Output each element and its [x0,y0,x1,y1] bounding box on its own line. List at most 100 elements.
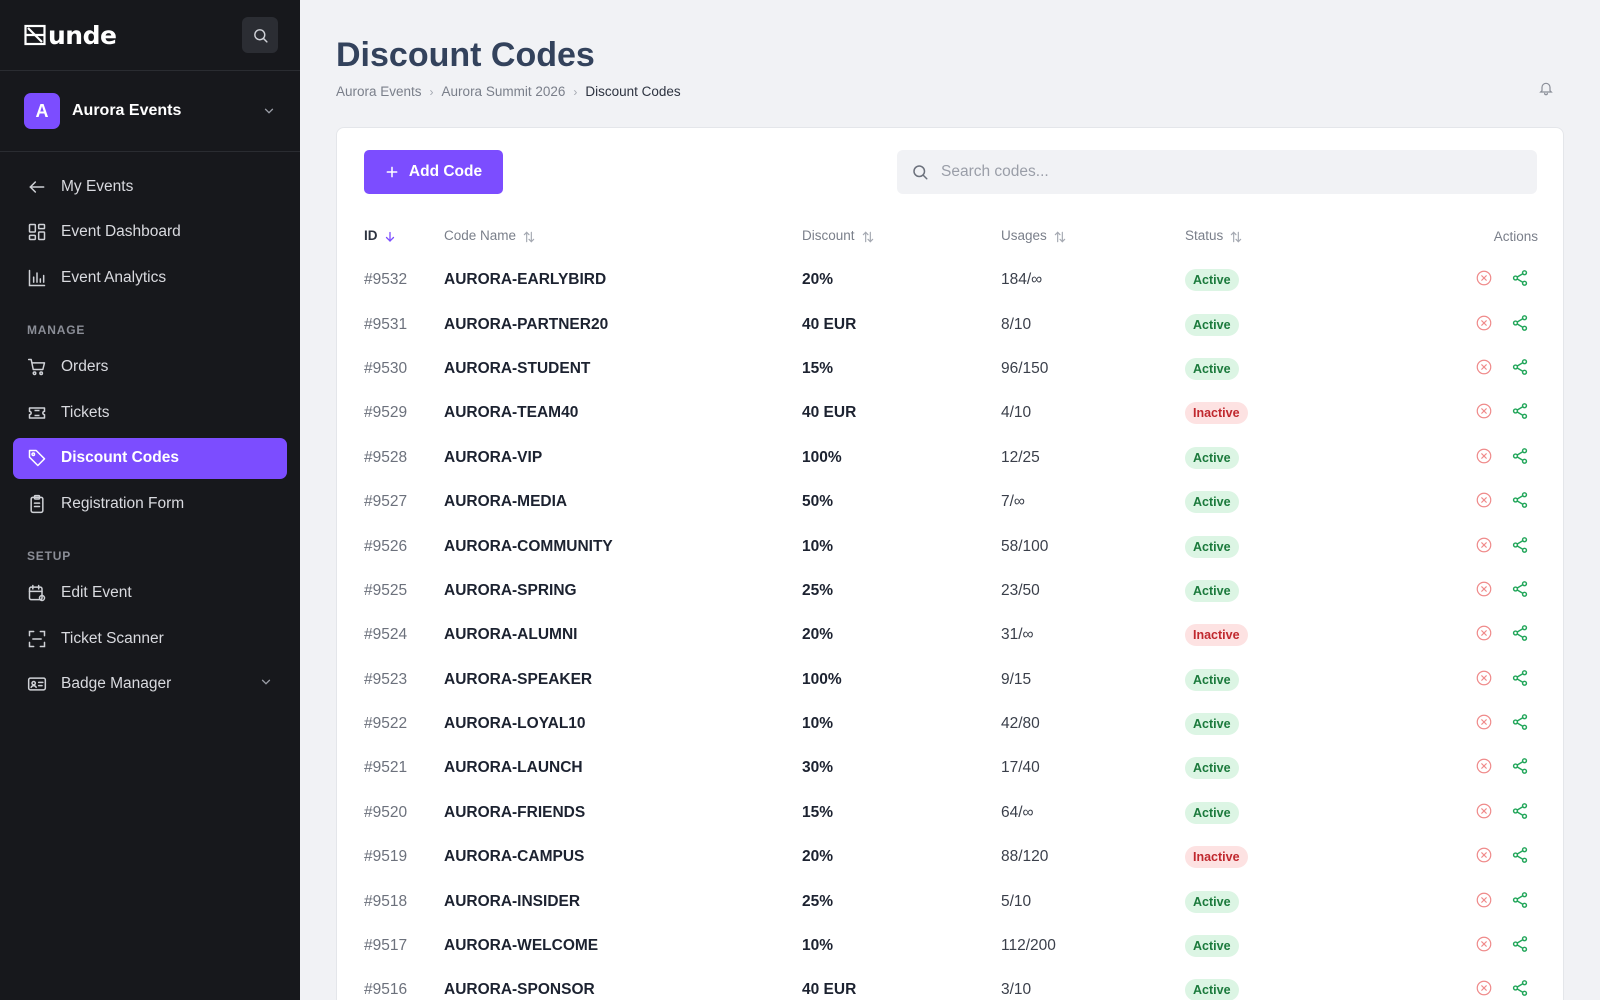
code-name: AURORA-LOYAL10 [444,715,586,733]
deactivate-icon[interactable] [1474,890,1494,910]
code-name: AURORA-SPEAKER [444,670,593,688]
deactivate-icon[interactable] [1474,490,1494,510]
deactivate-icon[interactable] [1474,446,1494,466]
share-icon[interactable] [1510,446,1530,466]
column-header-discount[interactable]: Discount [802,214,1001,258]
page-title: Discount Codes [336,36,595,74]
sort-icon [1054,231,1066,243]
deactivate-icon[interactable] [1474,712,1494,732]
deactivate-icon[interactable] [1474,357,1494,377]
sidebar-item-event-analytics[interactable]: Event Analytics [13,257,287,298]
share-icon[interactable] [1510,756,1530,776]
deactivate-icon[interactable] [1474,401,1494,421]
deactivate-icon[interactable] [1474,623,1494,643]
notifications-button[interactable] [1532,74,1560,102]
sidebar-item-label: Ticket Scanner [61,629,164,647]
sidebar-item-label: Event Dashboard [61,223,181,240]
deactivate-icon[interactable] [1474,535,1494,555]
table-row[interactable]: #9521 AURORA-LAUNCH 30% 17/40 Active [364,746,1538,790]
share-icon[interactable] [1510,801,1530,821]
share-icon[interactable] [1510,712,1530,732]
share-icon[interactable] [1510,934,1530,954]
table-row[interactable]: #9530 AURORA-STUDENT 15% 96/150 Active [364,347,1538,391]
sidebar-item-orders[interactable]: Orders [13,347,287,388]
deactivate-icon[interactable] [1474,668,1494,688]
deactivate-icon[interactable] [1474,579,1494,599]
deactivate-icon[interactable] [1474,756,1494,776]
status-cell: Active [1185,480,1425,524]
table-row[interactable]: #9525 AURORA-SPRING 25% 23/50 Active [364,569,1538,613]
table-row[interactable]: #9527 AURORA-MEDIA 50% 7/∞ Active [364,480,1538,524]
add-code-button[interactable]: Add Code [364,150,503,194]
table-row[interactable]: #9524 AURORA-ALUMNI 20% 31/∞ Inactive [364,613,1538,657]
sidebar-item-label: Orders [61,358,109,375]
sidebar-nav: My Events Event Dashboard Event Analytic… [0,152,300,705]
deactivate-icon[interactable] [1474,934,1494,954]
share-icon[interactable] [1510,357,1530,377]
actions-cell [1425,391,1538,435]
table-row[interactable]: #9532 AURORA-EARLYBIRD 20% 184/∞ Active [364,258,1538,302]
sidebar-item-label: Registration Form [61,494,185,512]
sort-icon [862,231,873,243]
table-row[interactable]: #9520 AURORA-FRIENDS 15% 64/∞ Active [364,791,1538,835]
table-row[interactable]: #9529 AURORA-TEAM40 40 EUR 4/10 Inactive [364,391,1538,435]
sidebar-item-edit-event[interactable]: Edit Event [13,573,287,614]
table-row[interactable]: #9516 AURORA-SPONSOR 40 EUR 3/10 Active [364,968,1538,1000]
brand-logo[interactable]: unde [24,21,117,50]
deactivate-icon[interactable] [1474,978,1494,998]
deactivate-icon[interactable] [1474,313,1494,333]
table-row[interactable]: #9528 AURORA-VIP 100% 12/25 Active [364,436,1538,480]
sidebar-item-badge-manager[interactable]: Badge Manager [13,664,287,705]
deactivate-icon[interactable] [1474,801,1494,821]
table-row[interactable]: #9531 AURORA-PARTNER20 40 EUR 8/10 Active [364,302,1538,346]
column-header-code-name[interactable]: Code Name [444,214,802,258]
sidebar-item-event-dashboard[interactable]: Event Dashboard [13,212,287,253]
breadcrumb-item-current: Discount Codes [585,84,681,99]
org-switcher[interactable]: A Aurora Events [0,71,300,152]
table-row[interactable]: #9526 AURORA-COMMUNITY 10% 58/100 Active [364,524,1538,568]
actions-cell [1425,569,1538,613]
sidebar-item-tickets[interactable]: Tickets [13,392,287,433]
discount-codes-card: Add Code ID Code Name Discount Usages St… [336,127,1564,1000]
status-cell: Active [1185,347,1425,391]
search-input[interactable] [941,163,1501,181]
column-header-id[interactable]: ID [364,214,444,258]
sidebar-item-discount-codes[interactable]: Discount Codes [13,437,287,479]
sidebar-item-my-events[interactable]: My Events [13,166,287,207]
column-header-status[interactable]: Status [1185,214,1425,258]
share-icon[interactable] [1510,978,1530,998]
search-icon [253,28,268,43]
actions-cell [1425,879,1538,923]
share-icon[interactable] [1510,490,1530,510]
share-icon[interactable] [1510,535,1530,555]
share-icon[interactable] [1510,890,1530,910]
column-header-actions: Actions [1493,228,1538,244]
breadcrumb-item-event[interactable]: Aurora Summit 2026 [442,84,566,99]
table-row[interactable]: #9519 AURORA-CAMPUS 20% 88/120 Inactive [364,835,1538,879]
sidebar-item-registration-form[interactable]: Registration Form [13,483,287,524]
sidebar-search-button[interactable] [242,17,278,53]
share-icon[interactable] [1510,268,1530,288]
share-icon[interactable] [1510,579,1530,599]
deactivate-icon[interactable] [1474,845,1494,865]
share-icon[interactable] [1510,313,1530,333]
table-row[interactable]: #9517 AURORA-WELCOME 10% 112/200 Active [364,924,1538,968]
share-icon[interactable] [1510,668,1530,688]
status-cell: Inactive [1185,613,1425,657]
column-header-usages[interactable]: Usages [1001,214,1185,258]
table-row[interactable]: #9523 AURORA-SPEAKER 100% 9/15 Active [364,658,1538,702]
code-id: #9523 [364,670,408,688]
deactivate-icon[interactable] [1474,268,1494,288]
table-row[interactable]: #9518 AURORA-INSIDER 25% 5/10 Active [364,879,1538,923]
section-title-manage: MANAGE [27,322,86,337]
share-icon[interactable] [1510,845,1530,865]
share-icon[interactable] [1510,401,1530,421]
code-name: AURORA-SPONSOR [444,981,595,999]
table-row[interactable]: #9522 AURORA-LOYAL10 10% 42/80 Active [364,702,1538,746]
code-usages: 4/10 [1001,404,1032,422]
breadcrumb-item-org[interactable]: Aurora Events [336,84,422,99]
sort-icon [1231,231,1242,243]
share-icon[interactable] [1510,623,1530,643]
sidebar-item-ticket-scanner[interactable]: Ticket Scanner [13,618,287,659]
code-discount: 40 EUR [802,404,857,422]
